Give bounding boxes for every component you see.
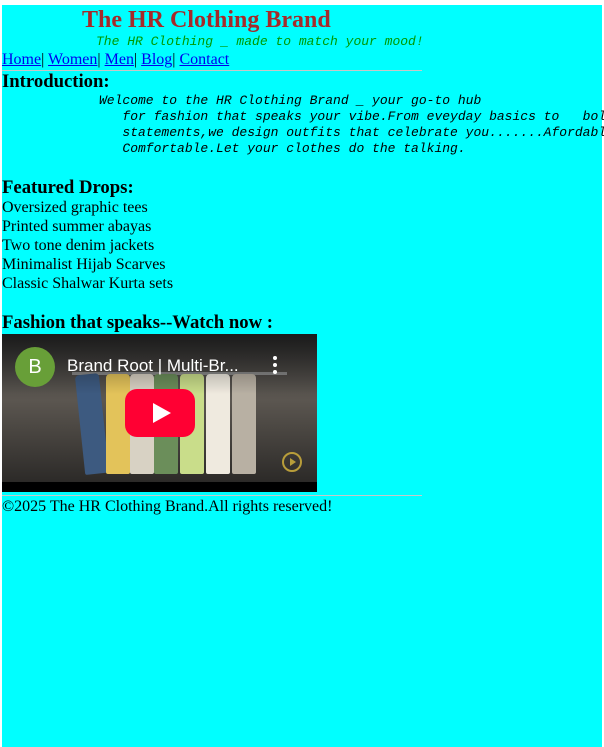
intro-heading: Introduction: [2, 71, 110, 92]
nav-separator: | [97, 51, 101, 68]
featured-item: Minimalist Hijab Scarves [2, 256, 166, 273]
footer-text: ©2025 The HR Clothing Brand.All rights r… [2, 498, 333, 515]
page: The HR Clothing Brand The HR Clothing _ … [2, 5, 604, 747]
nav-separator: | [41, 51, 45, 68]
play-button-icon[interactable] [125, 389, 195, 437]
divider-bottom [2, 495, 422, 496]
nav-bar: Home| Women| Men| Blog| Contact [2, 51, 229, 69]
nav-link-contact[interactable]: Contact [179, 51, 229, 68]
featured-item: Classic Shalwar Kurta sets [2, 275, 174, 292]
more-options-icon[interactable] [270, 356, 280, 378]
featured-item: Oversized graphic tees [2, 199, 148, 216]
featured-item: Two tone denim jackets [2, 237, 155, 254]
brand-title: The HR Clothing Brand [82, 7, 331, 33]
channel-avatar[interactable]: B [15, 347, 55, 387]
video-heading: Fashion that speaks--Watch now : [2, 312, 274, 333]
video-embed[interactable]: B Brand Root | Multi-Br... [2, 334, 317, 492]
nav-separator: | [133, 51, 138, 68]
channel-watermark-icon[interactable] [282, 452, 302, 472]
nav-link-home[interactable]: Home [2, 51, 41, 68]
featured-heading: Featured Drops: [2, 177, 134, 198]
intro-text: Welcome to the HR Clothing Brand _ your … [99, 93, 604, 156]
featured-item: Printed summer abayas [2, 218, 152, 235]
nav-link-blog[interactable]: Blog [141, 51, 172, 68]
nav-link-men[interactable]: Men [105, 51, 134, 68]
featured-list: Oversized graphic tees Printed summer ab… [2, 198, 173, 293]
nav-separator: | [172, 51, 176, 68]
tagline: The HR Clothing _ made to match your moo… [96, 34, 424, 49]
video-title[interactable]: Brand Root | Multi-Br... [67, 356, 239, 376]
nav-link-women[interactable]: Women [48, 51, 97, 68]
